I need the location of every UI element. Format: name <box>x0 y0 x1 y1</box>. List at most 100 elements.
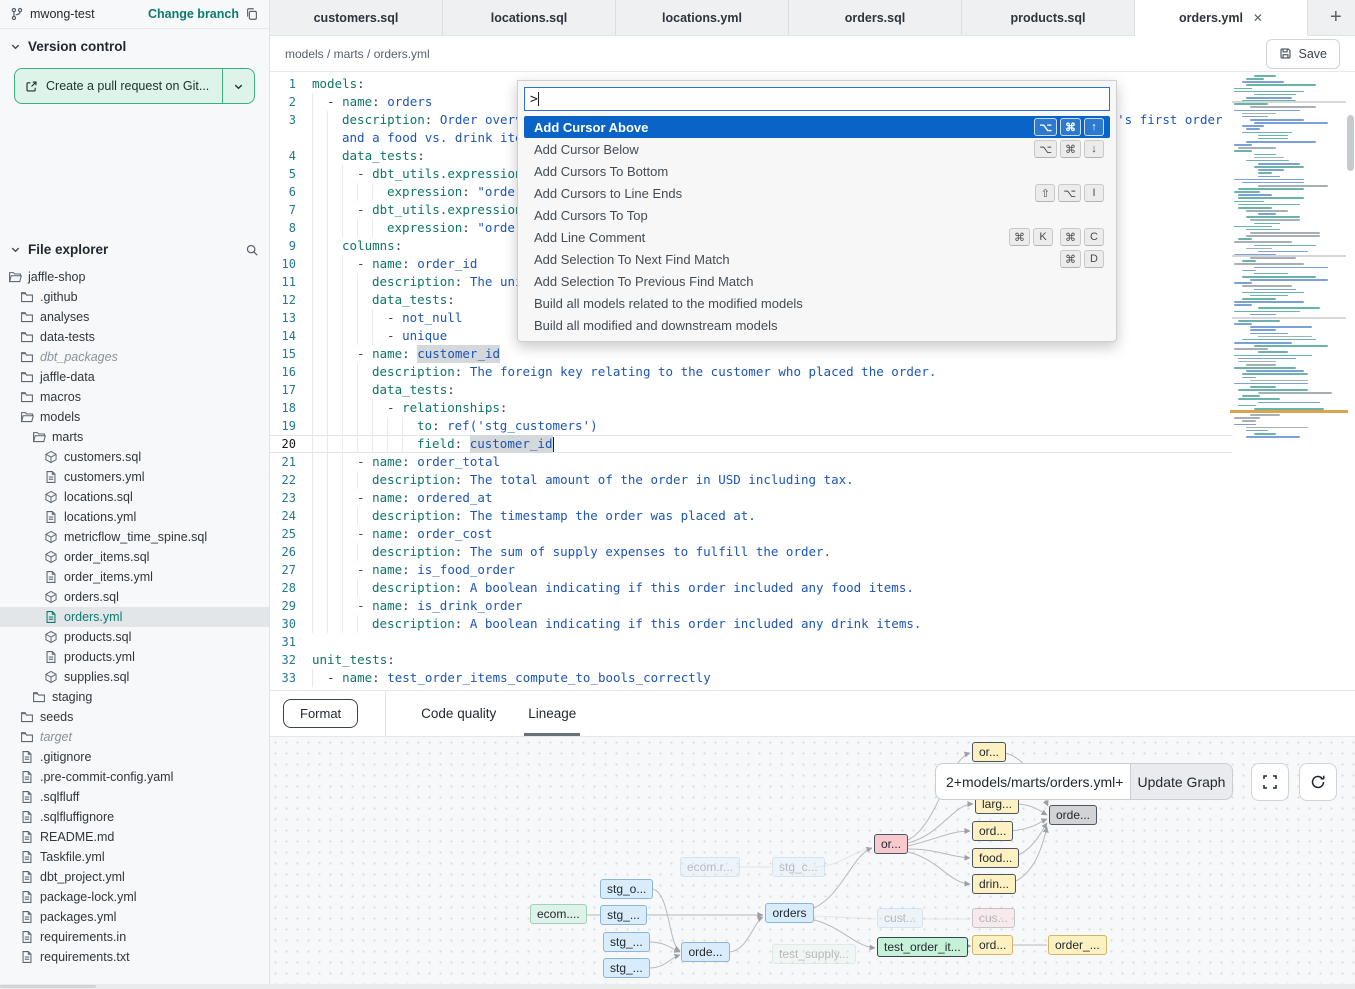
tree-item-dbt-packages[interactable]: dbt_packages <box>0 347 269 367</box>
panel-tab-lineage[interactable]: Lineage <box>528 691 576 736</box>
palette-item-add-cursor-below[interactable]: Add Cursor Below⌥⌘↓ <box>524 138 1110 160</box>
tab-products-sql[interactable]: products.sql <box>962 0 1135 35</box>
palette-item-add-cursors-to-top[interactable]: Add Cursors To Top <box>524 204 1110 226</box>
lineage-node-drin[interactable]: drin... <box>972 874 1016 894</box>
format-button[interactable]: Format <box>283 699 358 728</box>
text-cursor <box>553 437 555 452</box>
create-pr-button[interactable]: Create a pull request on Git... <box>14 68 255 104</box>
tree-item--gitignore[interactable]: .gitignore <box>0 747 269 767</box>
lineage-node-test_order_it[interactable]: test_order_it... <box>877 937 968 957</box>
panel-tab-code-quality[interactable]: Code quality <box>421 691 496 736</box>
tree-item-order-items-sql[interactable]: order_items.sql <box>0 547 269 567</box>
tree-item-orders-sql[interactable]: orders.sql <box>0 587 269 607</box>
tree-item-staging[interactable]: staging <box>0 687 269 707</box>
lineage-selector-input[interactable]: 2+models/marts/orders.yml+ <box>935 763 1130 800</box>
search-icon[interactable] <box>245 243 259 257</box>
lineage-node-order_[interactable]: order_... <box>1048 935 1107 955</box>
lineage-node-stg_[interactable]: stg_... <box>600 905 647 925</box>
command-palette-input[interactable]: > <box>524 87 1110 111</box>
tree-item-customers-sql[interactable]: customers.sql <box>0 447 269 467</box>
fullscreen-button[interactable] <box>1251 763 1289 801</box>
tree-item--pre-commit-config-yaml[interactable]: .pre-commit-config.yaml <box>0 767 269 787</box>
tree-item-label: .gitignore <box>40 750 91 764</box>
tab-orders-sql[interactable]: orders.sql <box>789 0 962 35</box>
lineage-node-stg_[interactable]: stg_... <box>603 932 650 952</box>
scrollbar-thumb[interactable] <box>1347 115 1354 171</box>
tree-item-seeds[interactable]: seeds <box>0 707 269 727</box>
tab-customers-sql[interactable]: customers.sql <box>270 0 443 35</box>
lineage-node-orde[interactable]: orde... <box>681 942 730 962</box>
tree-item-packages-yml[interactable]: packages.yml <box>0 907 269 927</box>
palette-item-build-all-models-related-to-the-modified-models[interactable]: Build all models related to the modified… <box>524 292 1110 314</box>
tree-item-data-tests[interactable]: data-tests <box>0 327 269 347</box>
tree-item-marts[interactable]: marts <box>0 427 269 447</box>
editor-scrollbar[interactable] <box>1346 72 1355 690</box>
minimap-line <box>1234 367 1296 369</box>
horizontal-scrollbar-track[interactable] <box>0 984 1355 989</box>
palette-item-add-cursors-to-bottom[interactable]: Add Cursors To Bottom <box>524 160 1110 182</box>
tab-locations-sql[interactable]: locations.sql <box>443 0 616 35</box>
tree-item-customers-yml[interactable]: customers.yml <box>0 467 269 487</box>
tree-item-orders-yml[interactable]: orders.yml <box>0 607 269 627</box>
lineage-node-stg_[interactable]: stg_... <box>603 958 650 978</box>
chevron-down-icon[interactable] <box>10 244 21 255</box>
lineage-node-ord[interactable]: ord... <box>972 935 1013 955</box>
tree-item-package-lock-yml[interactable]: package-lock.yml <box>0 887 269 907</box>
tree-item-macros[interactable]: macros <box>0 387 269 407</box>
palette-item-add-selection-to-previous-find-match[interactable]: Add Selection To Previous Find Match <box>524 270 1110 292</box>
tree-item-requirements-in[interactable]: requirements.in <box>0 927 269 947</box>
tree-item--sqlfluffignore[interactable]: .sqlfluffignore <box>0 807 269 827</box>
tab-orders-yml[interactable]: orders.yml✕ <box>1135 0 1308 36</box>
minimap[interactable] <box>1232 75 1346 535</box>
close-icon[interactable]: ✕ <box>1253 11 1263 25</box>
lineage-node-orde[interactable]: orde... <box>1049 805 1097 825</box>
tree-item-taskfile-yml[interactable]: Taskfile.yml <box>0 847 269 867</box>
palette-item-add-cursors-to-line-ends[interactable]: Add Cursors to Line Ends⇧⌥I <box>524 182 1110 204</box>
change-branch-link[interactable]: Change branch <box>148 7 239 21</box>
tab-locations-yml[interactable]: locations.yml <box>616 0 789 35</box>
tree-item-target[interactable]: target <box>0 727 269 747</box>
create-pr-dropdown[interactable] <box>222 69 254 103</box>
palette-item-build-all-modified-and-downstream-models[interactable]: Build all modified and downstream models <box>524 314 1110 336</box>
save-button[interactable]: Save <box>1266 39 1341 69</box>
lineage-node-stg_o[interactable]: stg_o... <box>600 879 653 899</box>
tree-item-models[interactable]: models <box>0 407 269 427</box>
code-editor[interactable]: 1models:2- name: orders3description: Ord… <box>270 72 1355 690</box>
minimap-line <box>1258 213 1276 215</box>
tree-item--github[interactable]: .github <box>0 287 269 307</box>
tree-item-requirements-txt[interactable]: requirements.txt <box>0 947 269 967</box>
tree-item-metricflow-time-spine-sql[interactable]: metricflow_time_spine.sql <box>0 527 269 547</box>
tree-item-analyses[interactable]: analyses <box>0 307 269 327</box>
tree-item-label: products.sql <box>64 630 131 644</box>
tree-item--sqlfluff[interactable]: .sqlfluff <box>0 787 269 807</box>
copy-icon[interactable] <box>245 7 259 21</box>
tree-item-readme-md[interactable]: README.md <box>0 827 269 847</box>
lineage-canvas[interactable]: ecom.r...stg_c...cust...cus...test_suppl… <box>270 737 1355 985</box>
tree-item-products-yml[interactable]: products.yml <box>0 647 269 667</box>
refresh-button[interactable] <box>1299 763 1337 801</box>
lineage-node-ord[interactable]: ord... <box>972 821 1013 841</box>
palette-item-label: Add Cursors To Top <box>534 208 648 223</box>
lineage-node-or[interactable]: or... <box>972 742 1006 762</box>
tree-item-locations-yml[interactable]: locations.yml <box>0 507 269 527</box>
lineage-node-or[interactable]: or... <box>874 834 908 854</box>
update-graph-button[interactable]: Update Graph <box>1130 763 1233 800</box>
tree-item-supplies-sql[interactable]: supplies.sql <box>0 667 269 687</box>
new-tab-button[interactable]: + <box>1322 6 1350 29</box>
tree-item-locations-sql[interactable]: locations.sql <box>0 487 269 507</box>
minimap-line <box>1250 380 1308 382</box>
tree-item-jaffle-data[interactable]: jaffle-data <box>0 367 269 387</box>
minimap-line <box>1246 364 1276 366</box>
sidebar-hscroll-thumb[interactable] <box>0 985 96 988</box>
lineage-node-food[interactable]: food... <box>972 848 1019 868</box>
palette-item-add-line-comment[interactable]: Add Line Comment⌘K⌘C <box>524 226 1110 248</box>
tree-item-dbt-project-yml[interactable]: dbt_project.yml <box>0 867 269 887</box>
palette-item-add-cursor-above[interactable]: Add Cursor Above⌥⌘↑ <box>524 116 1110 138</box>
tree-item-products-sql[interactable]: products.sql <box>0 627 269 647</box>
lineage-node-ecom[interactable]: ecom.... <box>530 904 587 924</box>
palette-item-add-selection-to-next-find-match[interactable]: Add Selection To Next Find Match⌘D <box>524 248 1110 270</box>
tree-item-order-items-yml[interactable]: order_items.yml <box>0 567 269 587</box>
tree-item-jaffle-shop[interactable]: jaffle-shop <box>0 267 269 287</box>
lineage-node-orders[interactable]: orders <box>765 903 814 923</box>
chevron-down-icon[interactable] <box>10 41 21 52</box>
